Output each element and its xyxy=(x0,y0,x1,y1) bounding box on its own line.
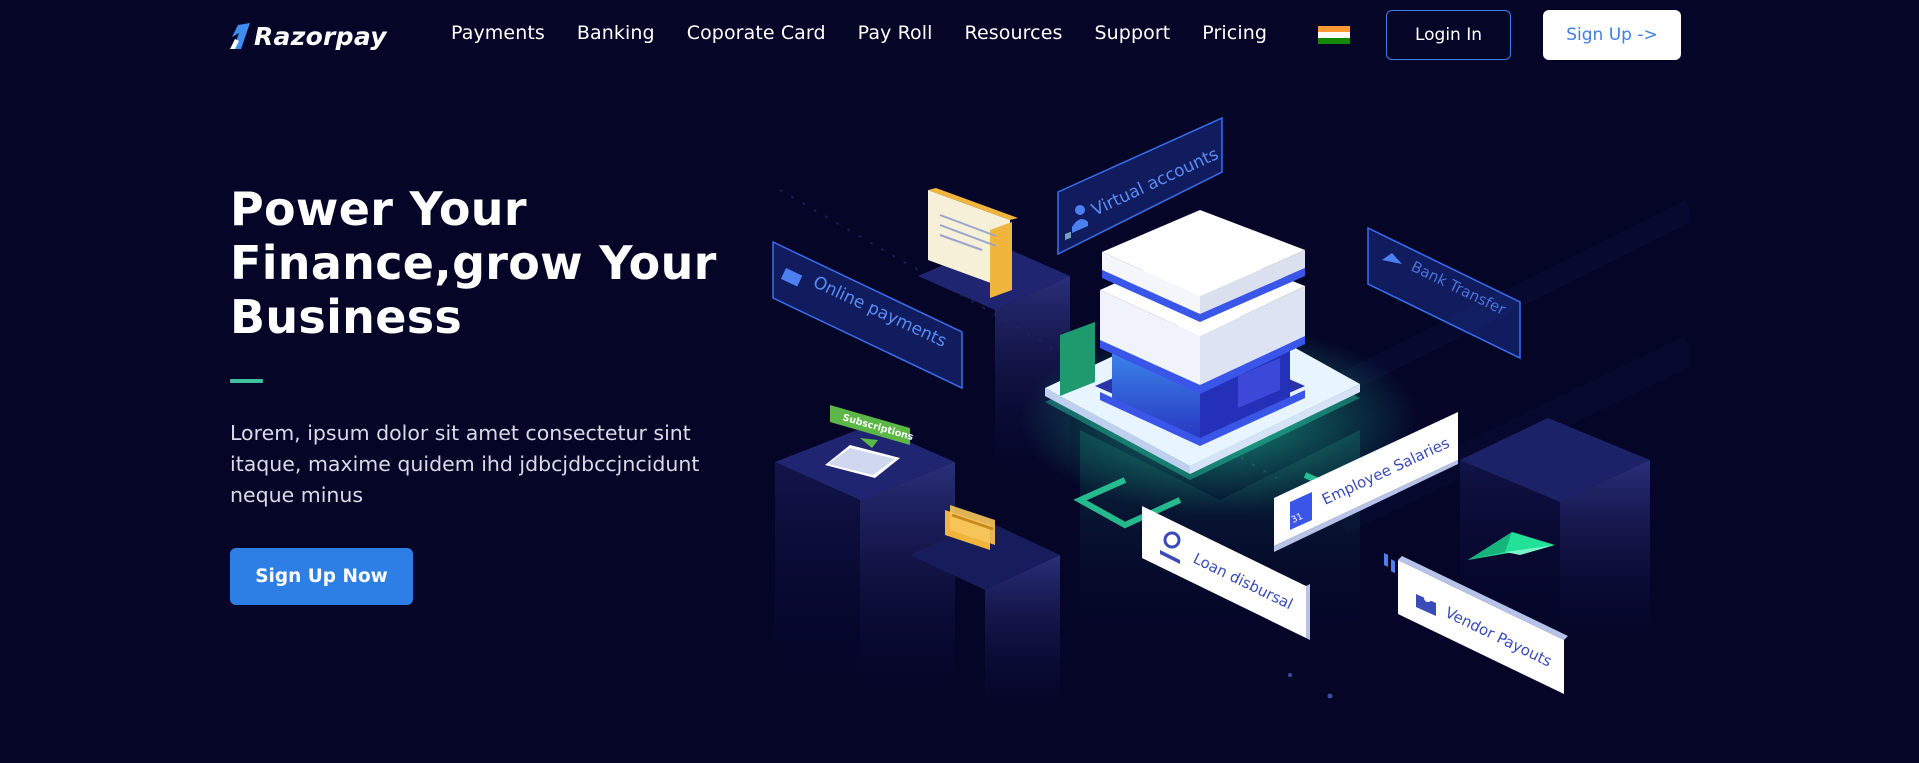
nav-pricing[interactable]: Pricing xyxy=(1202,22,1267,44)
login-button[interactable]: Login In xyxy=(1386,10,1511,60)
title-accent-divider xyxy=(230,379,263,383)
nav-payroll[interactable]: Pay Roll xyxy=(858,22,933,44)
isometric-scene: Subscriptions Virtual accounts Online pa… xyxy=(772,116,1690,730)
signup-button[interactable]: Sign Up -> xyxy=(1543,10,1681,60)
server-building xyxy=(1095,210,1305,446)
brand-name: Razorpay xyxy=(254,21,387,51)
hero-illustration: Subscriptions Virtual accounts Online pa… xyxy=(760,100,1690,730)
nav-support[interactable]: Support xyxy=(1094,22,1170,44)
razorpay-logo-icon xyxy=(230,23,250,49)
nav-resources[interactable]: Resources xyxy=(965,22,1063,44)
razorpay-logo[interactable]: Razorpay xyxy=(230,18,387,54)
nav-corporate-card[interactable]: Coporate Card xyxy=(687,22,826,44)
nav-links: Payments Banking Coporate Card Pay Roll … xyxy=(451,22,1299,44)
india-flag-icon[interactable] xyxy=(1318,26,1350,44)
decor-dot xyxy=(1327,693,1333,699)
signup-now-button[interactable]: Sign Up Now xyxy=(230,548,413,605)
nav-banking[interactable]: Banking xyxy=(577,22,655,44)
hero-description: Lorem, ipsum dolor sit amet consectetur … xyxy=(230,421,700,507)
decor-dot xyxy=(1288,673,1292,677)
flag-stripe-green xyxy=(1318,38,1350,44)
tag-online-payments: Online payments xyxy=(772,240,963,390)
top-navbar: Razorpay Payments Banking Coporate Card … xyxy=(0,0,1919,70)
nav-payments[interactable]: Payments xyxy=(451,22,545,44)
user-icon xyxy=(1075,205,1085,215)
hero-title: Power Your Finance,grow Your Business xyxy=(230,182,717,344)
